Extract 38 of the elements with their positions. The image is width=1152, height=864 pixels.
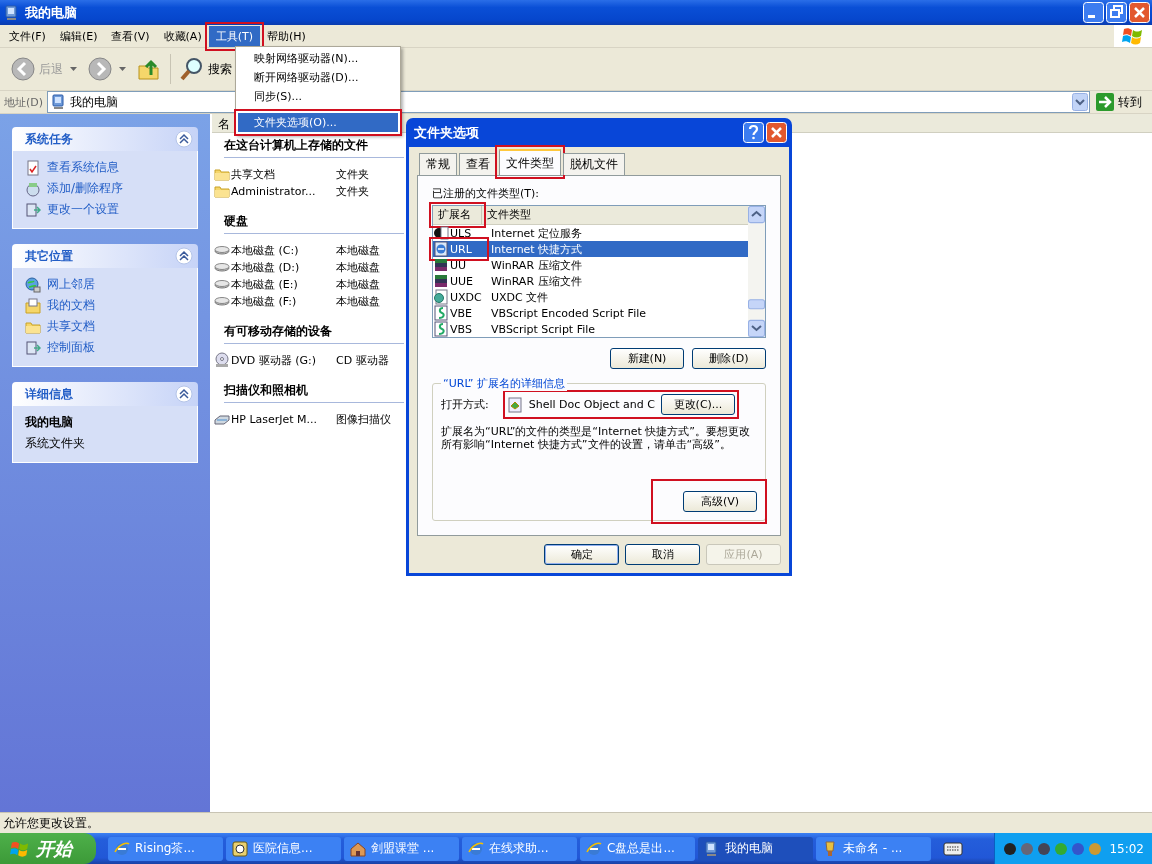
description-text: 扩展名为“URL”的文件的类型是“Internet 快捷方式”。要想更改所有影响“Internet 快捷方式”文件的设置，请单击“高级”。	[441, 425, 751, 452]
group-heading: 硬盘	[224, 213, 404, 234]
program-name: Shell Doc Object and C	[528, 398, 655, 411]
file-type-text: Internet 快捷方式	[490, 241, 583, 257]
group-heading: 在这台计算机上存储的文件	[224, 137, 404, 158]
open-with-label: 打开方式:	[441, 397, 489, 412]
address-label: 地址(D)	[4, 94, 44, 110]
file-type-text: WinRAR 压缩文件	[490, 257, 582, 273]
extension-text: URL	[450, 242, 472, 256]
file-type: 本地磁盘	[336, 259, 380, 275]
file-type-text: VBScript Script File	[490, 322, 596, 336]
file-type: 文件夹	[336, 166, 369, 182]
extension-text: UXDC	[450, 290, 482, 304]
status-text: 允许您更改设置。	[3, 814, 99, 832]
group-heading: 扫描仪和照相机	[224, 382, 404, 403]
extension-text: VBE	[450, 306, 473, 320]
group-title: “URL” 扩展名的详细信息	[441, 376, 567, 391]
details-description: 系统文件夹	[25, 435, 86, 452]
list-label: 已注册的文件类型(T):	[432, 186, 540, 201]
file-type-text: UXDC 文件	[490, 289, 549, 305]
extension-text: VBS	[450, 322, 472, 336]
file-type: 本地磁盘	[336, 276, 380, 292]
group-heading: 有可移动存储的设备	[224, 323, 404, 344]
extension-text: ULS	[450, 226, 472, 240]
file-type: CD 驱动器	[336, 352, 389, 368]
file-type-text: Internet 定位服务	[490, 225, 583, 241]
file-type: 本地磁盘	[336, 242, 380, 258]
extension-text: UUE	[450, 274, 474, 288]
details-name: 我的电脑	[25, 414, 74, 431]
file-type: 图像扫描仪	[336, 411, 391, 427]
file-type-text: VBScript Encoded Script File	[490, 306, 646, 320]
extension-text: UU	[450, 258, 467, 272]
file-type: 文件夹	[336, 183, 369, 199]
dialog-title: 文件夹选项	[414, 123, 479, 142]
file-type: 本地磁盘	[336, 293, 380, 309]
file-type-text: WinRAR 压缩文件	[490, 273, 582, 289]
window-title: 我的电脑	[25, 3, 77, 22]
clock: 15:02	[1109, 841, 1144, 856]
